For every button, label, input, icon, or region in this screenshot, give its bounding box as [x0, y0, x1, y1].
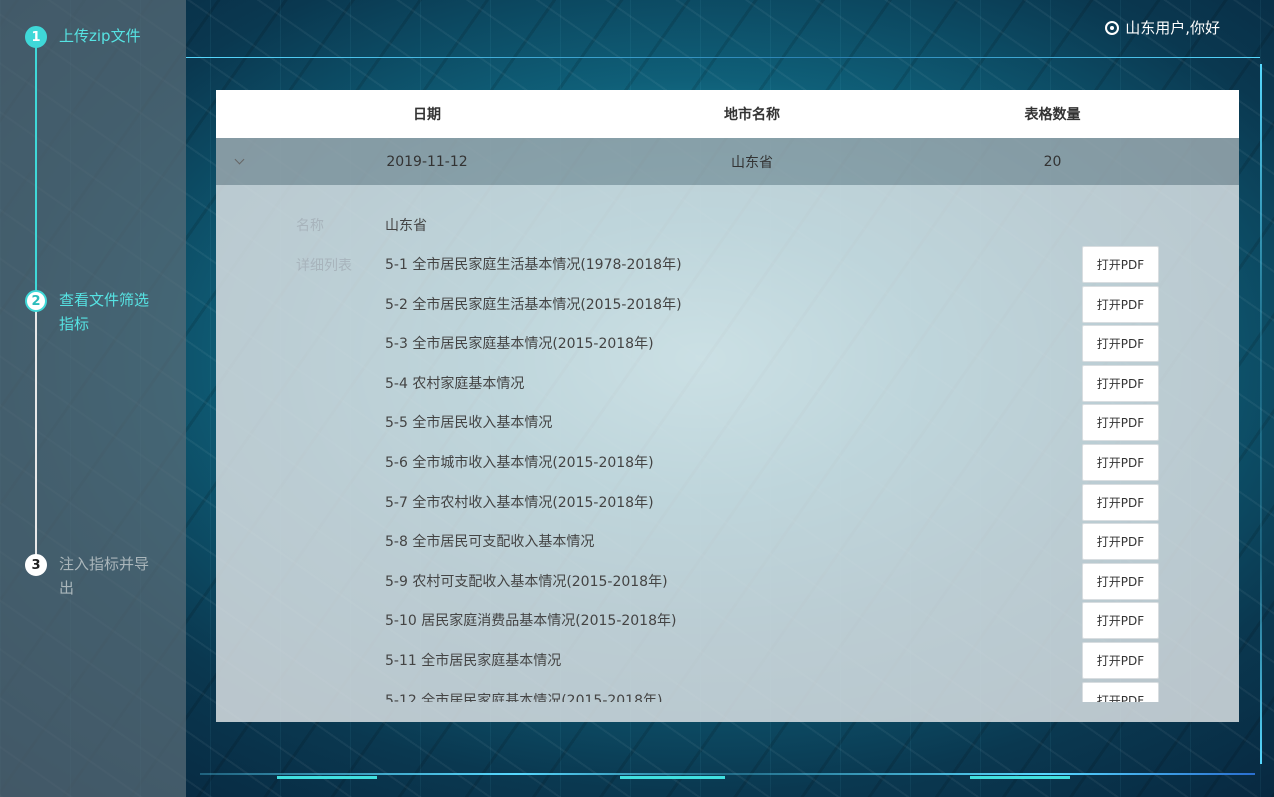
open-pdf-button[interactable]: 打开PDF — [1082, 246, 1159, 283]
step-label: 注入指标并导出 — [59, 555, 150, 597]
step-label: 上传zip文件 — [59, 27, 141, 45]
file-table-panel: 日期 地市名称 表格数量 2019-11-12 山东省 20 名称 山东省 详细… — [216, 90, 1239, 722]
list-item: 5-8 全市居民可支配收入基本情况 — [385, 534, 595, 551]
frame-accent — [970, 776, 1070, 779]
step-label: 查看文件筛选指标 — [59, 291, 150, 333]
list-item: 5-1 全市居民家庭生活基本情况(1978-2018年) — [385, 257, 682, 273]
row-detail: 名称 山东省 详细列表 5-1 全市居民家庭生活基本情况(1978-2018年)… — [216, 185, 1239, 722]
column-header-date: 日期 — [413, 107, 441, 123]
column-header-city: 地市名称 — [724, 107, 780, 123]
sidebar-stepper: 1 上传zip文件 2 查看文件筛选指标 3 注入指标并导出 — [0, 0, 186, 797]
gear-icon — [1105, 20, 1120, 35]
list-item: 5-9 农村可支配收入基本情况(2015-2018年) — [385, 573, 668, 590]
step-number: 3 — [25, 554, 47, 576]
open-pdf-button[interactable]: 打开PDF — [1082, 444, 1159, 481]
detail-name-value: 山东省 — [385, 218, 427, 234]
table-header: 日期 地市名称 表格数量 — [216, 90, 1239, 138]
row-date: 2019-11-12 — [386, 153, 468, 170]
open-pdf-button[interactable]: 打开PDF — [1082, 523, 1159, 561]
detail-scroll-area[interactable]: 名称 山东省 详细列表 5-1 全市居民家庭生活基本情况(1978-2018年)… — [216, 185, 1239, 702]
open-pdf-button[interactable]: 打开PDF — [1082, 562, 1159, 600]
detail-name-key: 名称 — [296, 218, 324, 234]
greeting-text: 山东用户,你好 — [1125, 19, 1220, 37]
step-number: 2 — [25, 290, 47, 312]
detail-list-row: 详细列表 — [296, 255, 385, 275]
column-header-count: 表格数量 — [1024, 107, 1081, 123]
open-pdf-button[interactable]: 打开PDF — [1082, 325, 1159, 363]
user-greeting[interactable]: 山东用户,你好 — [1105, 17, 1220, 38]
open-pdf-button[interactable]: 打开PDF — [1082, 681, 1159, 702]
open-pdf-button[interactable]: 打开PDF — [1082, 602, 1159, 640]
list-item: 5-6 全市城市收入基本情况(2015-2018年) — [385, 455, 654, 471]
detail-list-key: 详细列表 — [296, 258, 352, 274]
list-item: 5-2 全市居民家庭生活基本情况(2015-2018年) — [385, 296, 682, 313]
frame-top-line — [186, 57, 1260, 58]
open-pdf-button[interactable]: 打开PDF — [1082, 483, 1159, 521]
open-pdf-button[interactable]: 打开PDF — [1082, 404, 1159, 442]
table-row[interactable]: 2019-11-12 山东省 20 — [216, 138, 1239, 185]
step-connector — [35, 311, 37, 555]
list-item: 5-3 全市居民家庭基本情况(2015-2018年) — [385, 336, 654, 353]
frame-bottom-line — [200, 773, 1255, 775]
row-city: 山东省 — [731, 154, 773, 171]
step-connector — [35, 47, 37, 291]
step-number: 1 — [25, 26, 47, 48]
list-item: 5-10 居民家庭消费品基本情况(2015-2018年) — [385, 613, 677, 630]
frame-accent — [620, 776, 725, 779]
frame-accent — [277, 776, 377, 779]
step-view-filter[interactable]: 2 查看文件筛选指标 — [25, 290, 159, 336]
frame-right-line — [1260, 64, 1262, 764]
list-item: 5-7 全市农村收入基本情况(2015-2018年) — [385, 494, 654, 511]
list-item: 5-12 全市居民家庭基本情况(2015-2018年) — [385, 692, 663, 702]
list-item: 5-4 农村家庭基本情况 — [385, 375, 525, 392]
row-count: 20 — [1043, 153, 1062, 170]
open-pdf-button[interactable]: 打开PDF — [1082, 285, 1159, 323]
detail-name-row: 名称 山东省 — [296, 215, 427, 235]
open-pdf-button[interactable]: 打开PDF — [1082, 364, 1159, 402]
list-item: 5-5 全市居民收入基本情况 — [385, 415, 553, 432]
step-inject-export[interactable]: 3 注入指标并导出 — [25, 554, 159, 600]
list-item: 5-11 全市居民家庭基本情况 — [385, 653, 562, 669]
step-upload[interactable]: 1 上传zip文件 — [25, 26, 159, 48]
open-pdf-button[interactable]: 打开PDF — [1082, 642, 1159, 679]
